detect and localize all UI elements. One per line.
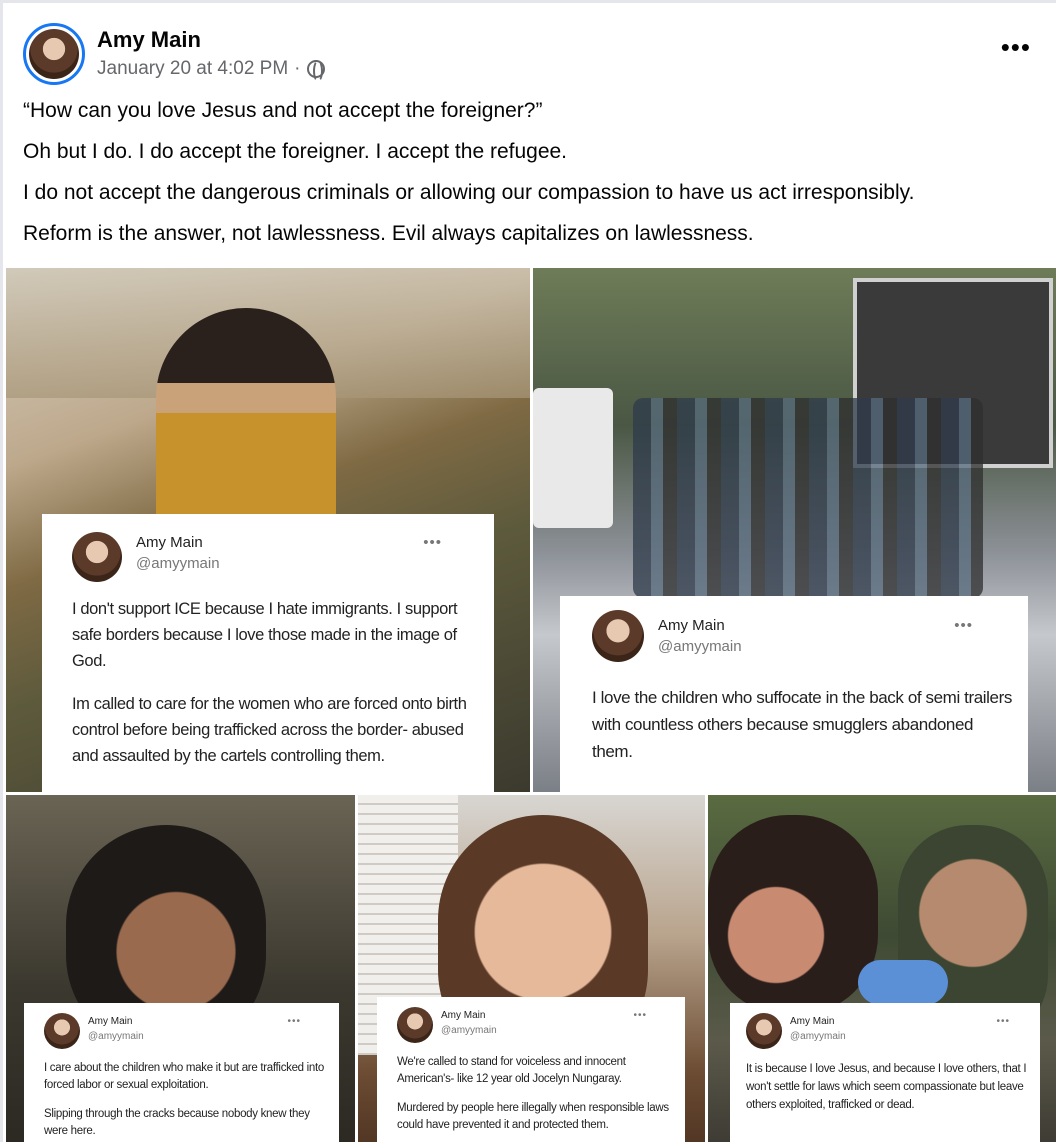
crowd-image [633, 398, 983, 598]
photo-4[interactable]: Amy Main @amyymain ••• We're called to s… [358, 795, 705, 1142]
tweet-paragraph: Im called to care for the women who are … [72, 694, 467, 765]
tweet-author-name: Amy Main [658, 617, 725, 634]
tweet-handle: @amyymain [658, 638, 742, 655]
tweet-body: I don't support ICE because I hate immig… [72, 596, 482, 785]
facebook-post: Amy Main January 20 at 4:02 PM · ••• “Ho… [0, 0, 1056, 1142]
tweet-handle: @amyymain [441, 1025, 497, 1036]
post-paragraph: Oh but I do. I do accept the foreigner. … [23, 140, 568, 163]
author-avatar[interactable] [23, 23, 85, 85]
tweet-avatar [746, 1013, 782, 1049]
meta-separator: · [294, 58, 301, 79]
tweet-card: Amy Main @amyymain ••• It is because I l… [730, 1003, 1040, 1142]
tweet-body: I love the children who suffocate in the… [592, 684, 1012, 782]
globe-icon[interactable] [306, 60, 325, 82]
avatar-photo [29, 29, 79, 79]
tweet-more-icon: ••• [287, 1016, 301, 1027]
tweet-paragraph: It is because I love Jesus, and because … [746, 1063, 1027, 1111]
tweet-avatar [592, 610, 644, 662]
tweet-author-name: Amy Main [136, 534, 203, 551]
tweet-paragraph: Slipping through the cracks because nobo… [44, 1107, 310, 1137]
post-timestamp[interactable]: January 20 at 4:02 PM [97, 58, 288, 80]
tweet-handle: @amyymain [136, 555, 220, 572]
photo-1[interactable]: Amy Main @amyymain ••• I don't support I… [6, 268, 530, 792]
tweet-paragraph: I care about the children who make it bu… [44, 1062, 325, 1091]
tweet-author-name: Amy Main [441, 1010, 486, 1021]
post-header: Amy Main January 20 at 4:02 PM · ••• [23, 23, 1043, 85]
tweet-paragraph: We're called to stand for voiceless and … [397, 1056, 626, 1085]
tweet-handle: @amyymain [88, 1031, 144, 1042]
photo-2[interactable]: Amy Main @amyymain ••• I love the childr… [533, 268, 1056, 792]
tweet-paragraph: Murdered by people here illegally when r… [397, 1101, 669, 1131]
tweet-more-icon: ••• [423, 534, 442, 551]
tweet-paragraph: I don't support ICE because I hate immig… [72, 600, 458, 670]
tweet-handle: @amyymain [790, 1031, 846, 1042]
woman-image [708, 815, 878, 1015]
tweet-body: We're called to stand for voiceless and … [397, 1054, 682, 1142]
more-options-button[interactable]: ••• [1001, 34, 1031, 60]
photo-3[interactable]: Amy Main @amyymain ••• I care about the … [6, 795, 355, 1142]
post-paragraph: “How can you love Jesus and not accept t… [23, 99, 543, 122]
post-meta: January 20 at 4:02 PM · [97, 58, 325, 82]
tweet-card: Amy Main @amyymain ••• We're called to s… [377, 997, 685, 1142]
tweet-card: Amy Main @amyymain ••• I don't support I… [42, 514, 494, 792]
tweet-author-name: Amy Main [790, 1016, 835, 1027]
tweet-avatar [72, 532, 122, 582]
tweet-card: Amy Main @amyymain ••• I love the childr… [560, 596, 1028, 792]
photo-5[interactable]: Amy Main @amyymain ••• It is because I l… [708, 795, 1056, 1142]
tweet-body: I care about the children who make it bu… [44, 1060, 329, 1142]
post-paragraph: Reform is the answer, not lawlessness. E… [23, 222, 754, 245]
bus-image [533, 388, 613, 528]
tweet-more-icon: ••• [996, 1016, 1010, 1027]
blue-glove-image [858, 960, 948, 1005]
post-paragraph: I do not accept the dangerous criminals … [23, 181, 915, 204]
tweet-more-icon: ••• [633, 1010, 647, 1021]
author-name[interactable]: Amy Main [97, 27, 201, 53]
tweet-avatar [44, 1013, 80, 1049]
tweet-body: It is because I love Jesus, and because … [746, 1060, 1036, 1126]
tweet-avatar [397, 1007, 433, 1043]
tweet-more-icon: ••• [954, 617, 973, 634]
tweet-author-name: Amy Main [88, 1016, 133, 1027]
post-text: “How can you love Jesus and not accept t… [23, 99, 1033, 263]
tweet-paragraph: I love the children who suffocate in the… [592, 688, 1012, 761]
tweet-card: Amy Main @amyymain ••• I care about the … [24, 1003, 339, 1142]
